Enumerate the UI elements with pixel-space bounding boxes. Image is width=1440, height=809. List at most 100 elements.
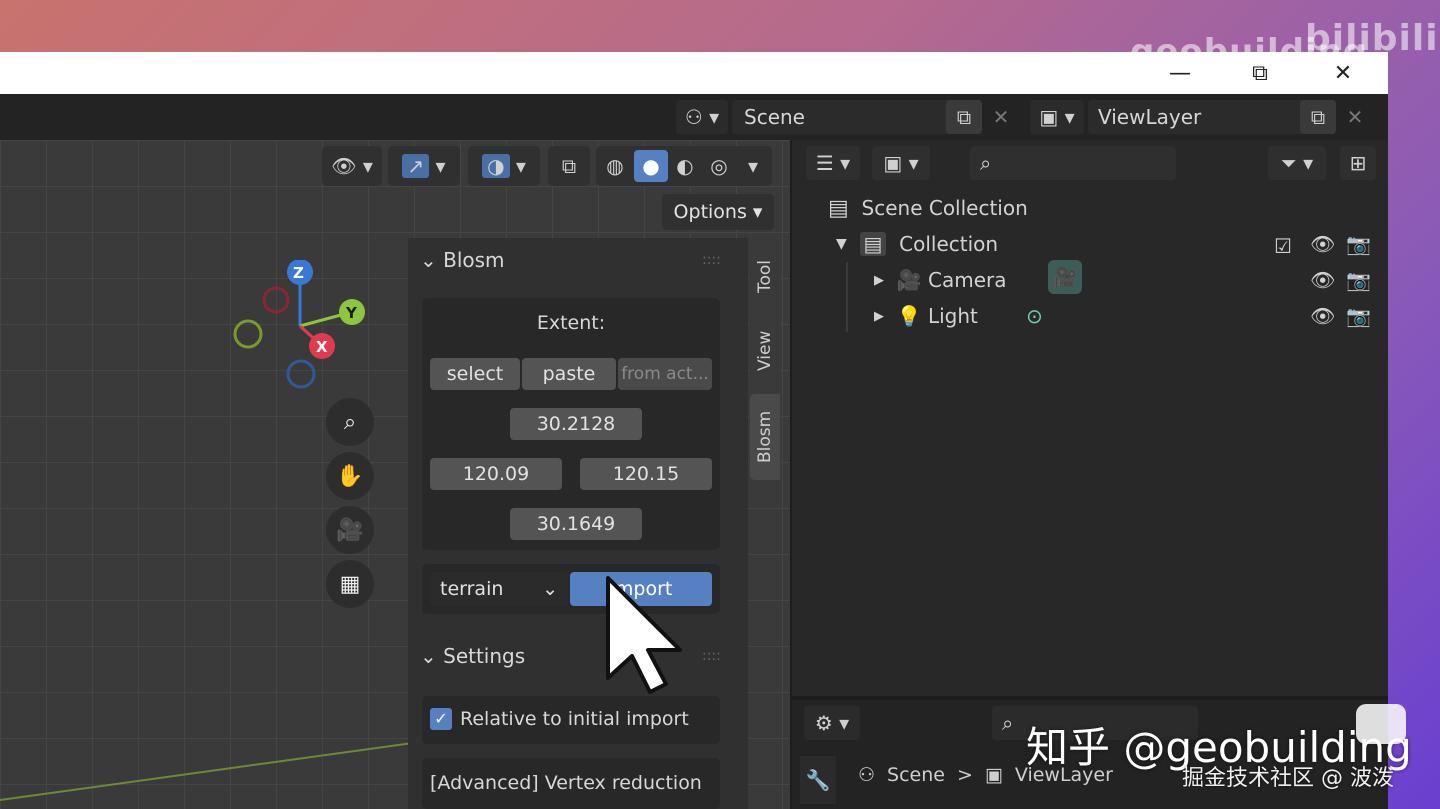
vertex-reduction-row[interactable]: [Advanced] Vertex reduction: [422, 758, 720, 809]
viewlayer-copy-icon[interactable]: ⧉: [1300, 100, 1336, 134]
maximize-button[interactable]: ⧉: [1230, 52, 1290, 94]
visibility-toggle[interactable]: 👁 ▾: [322, 146, 382, 186]
paste-button[interactable]: paste: [522, 358, 616, 390]
viewlayer-remove-icon[interactable]: ✕: [1338, 100, 1372, 134]
expand-arrow-icon: ▼: [836, 236, 847, 252]
eye-icon[interactable]: 👁: [1310, 232, 1335, 256]
top-bar: ⚇ ▾ Scene ⧉ ✕ ▣ ▾ ViewLayer ⧉ ✕: [0, 94, 1388, 140]
render-camera-icon[interactable]: 📷: [1346, 304, 1371, 328]
outliner-search-input[interactable]: ⌕: [970, 146, 1176, 180]
tab-tool[interactable]: Tool: [750, 244, 780, 308]
wireframe-shading-icon[interactable]: ◍: [598, 150, 632, 182]
chevron-down-icon: ⌄: [420, 248, 437, 272]
mouse-cursor-icon: [606, 576, 682, 694]
expand-arrow-icon: ▶: [874, 272, 884, 288]
camera-data-icon[interactable]: 🎥: [1048, 260, 1082, 294]
vertex-reduction-label: [Advanced] Vertex reduction: [430, 772, 702, 794]
extent-box: Extent: select paste from act... 30.2128…: [422, 298, 720, 550]
perspective-grid-icon[interactable]: ▦: [326, 560, 374, 608]
overlay-toggle[interactable]: ◑ ▾: [468, 146, 540, 186]
xray-icon: ⧉: [561, 154, 577, 178]
viewlayer-icon: ▣: [984, 764, 1003, 786]
editor-type-icon[interactable]: ⚙ ▾: [804, 706, 860, 740]
light-label: Light: [927, 304, 978, 328]
select-button[interactable]: select: [430, 358, 520, 390]
material-shading-icon[interactable]: ◐: [668, 150, 702, 182]
expand-arrow-icon: ▶: [874, 308, 884, 324]
gizmo-toggle[interactable]: ↗ ▾: [388, 146, 460, 186]
max-lon-field[interactable]: 120.15: [580, 458, 712, 490]
viewlayer-icon[interactable]: ▣ ▾: [1030, 100, 1084, 134]
viewlayer-name: ViewLayer: [1098, 105, 1202, 129]
collection-label: Collection: [899, 232, 999, 256]
tool-wrench-icon[interactable]: 🔧: [800, 756, 836, 804]
render-camera-icon[interactable]: 📷: [1346, 268, 1371, 292]
settings-section-header[interactable]: ⌄ Settings: [420, 644, 525, 668]
scene-collection-row[interactable]: ▤ Scene Collection: [828, 190, 1028, 226]
shading-modes: ◍ ● ◐ ◎ ▾: [596, 146, 772, 186]
tab-view[interactable]: View: [750, 316, 780, 386]
outliner-item-light[interactable]: ▶ 💡 Light ⊙ 👁 📷: [874, 298, 1376, 334]
exclude-checkbox-icon[interactable]: ☑: [1274, 234, 1292, 258]
camera-label: Camera: [927, 268, 1007, 292]
tree-line: [846, 262, 848, 332]
search-icon: ⌕: [980, 151, 992, 175]
gizmo-icon: ↗ ▾: [388, 146, 460, 186]
tab-blosm[interactable]: Blosm: [750, 394, 780, 480]
camera-view-icon[interactable]: 🎥: [326, 506, 374, 554]
new-collection-icon[interactable]: ⊞: [1340, 146, 1376, 180]
relative-import-row: ✓ Relative to initial import: [422, 696, 720, 744]
juejin-watermark: 掘金技术社区 @ 波泼: [1182, 766, 1394, 791]
max-lat-field[interactable]: 30.2128: [510, 408, 642, 440]
filter-view-icon[interactable]: ▣ ▾: [872, 146, 930, 180]
collection-row[interactable]: ▼ ▤ Collection ☑ 👁 📷: [836, 226, 1376, 262]
close-button[interactable]: ✕: [1313, 52, 1373, 94]
outliner-item-camera[interactable]: ▶ 🎥 Camera 🎥 👁 📷: [874, 260, 1376, 298]
render-camera-icon[interactable]: 📷: [1346, 232, 1371, 256]
scene-icon: ⚇: [858, 764, 876, 786]
options-dropdown[interactable]: Options ▾: [662, 194, 774, 230]
scene-remove-icon[interactable]: ✕: [984, 100, 1018, 134]
mode-value: terrain: [440, 578, 504, 600]
collection-box-icon: ▤: [859, 232, 887, 256]
light-data-icon[interactable]: ⊙: [1026, 304, 1043, 328]
mode-dropdown[interactable]: terrain ⌄: [430, 572, 568, 606]
scene-icon[interactable]: ⚇ ▾: [676, 100, 728, 134]
eye-icon[interactable]: 👁: [1310, 268, 1335, 292]
scene-name: Scene: [744, 105, 805, 129]
eye-icon[interactable]: 👁: [1310, 304, 1335, 328]
display-mode-icon[interactable]: ☰ ▾: [806, 146, 860, 180]
minimize-button[interactable]: —: [1150, 52, 1210, 94]
chevron-down-icon[interactable]: ▾: [738, 150, 768, 182]
settings-title: Settings: [443, 644, 526, 668]
search-icon: ⌕: [1002, 711, 1014, 735]
chevron-down-icon: ⌄: [420, 644, 437, 668]
min-lon-field[interactable]: 120.09: [430, 458, 562, 490]
from-active-button[interactable]: from act...: [618, 358, 712, 390]
gizmo-z-label: Z: [293, 264, 304, 282]
relative-import-checkbox[interactable]: ✓: [430, 708, 452, 730]
gizmo-x-label: X: [316, 338, 328, 356]
solid-shading-icon[interactable]: ●: [634, 150, 668, 182]
chevron-down-icon: ⌄: [542, 578, 558, 600]
collection-box-icon: ▤: [828, 195, 849, 221]
viewlayer-selector[interactable]: ViewLayer: [1088, 100, 1308, 134]
scene-selector[interactable]: Scene: [732, 100, 956, 134]
breadcrumb-separator: >: [956, 764, 973, 786]
gizmo-y-label: Y: [346, 304, 357, 322]
pan-hand-icon[interactable]: ✋: [326, 452, 374, 500]
drag-handle-icon[interactable]: ::::: [702, 252, 721, 268]
outliner-panel: ☰ ▾ ▣ ▾ ⌕ ⏷ ▾ ⊞ ▤ Scene Collection ▼ ▤ C…: [792, 140, 1388, 696]
blosm-section-header[interactable]: ⌄ Blosm: [420, 248, 505, 272]
rendered-shading-icon[interactable]: ◎: [702, 150, 736, 182]
filter-icon[interactable]: ⏷ ▾: [1268, 146, 1326, 180]
min-lat-field[interactable]: 30.1649: [510, 508, 642, 540]
drag-handle-icon[interactable]: ::::: [702, 648, 721, 664]
blosm-title: Blosm: [443, 248, 505, 272]
xray-toggle[interactable]: ⧉: [548, 146, 590, 186]
bilibili-tv-icon: [1356, 704, 1406, 744]
sidebar-panel: ⌄ Blosm :::: Extent: select paste from a…: [408, 238, 748, 809]
zoom-icon[interactable]: ⌕: [326, 398, 374, 446]
breadcrumb-scene[interactable]: Scene: [887, 764, 945, 786]
scene-copy-icon[interactable]: ⧉: [946, 100, 982, 134]
